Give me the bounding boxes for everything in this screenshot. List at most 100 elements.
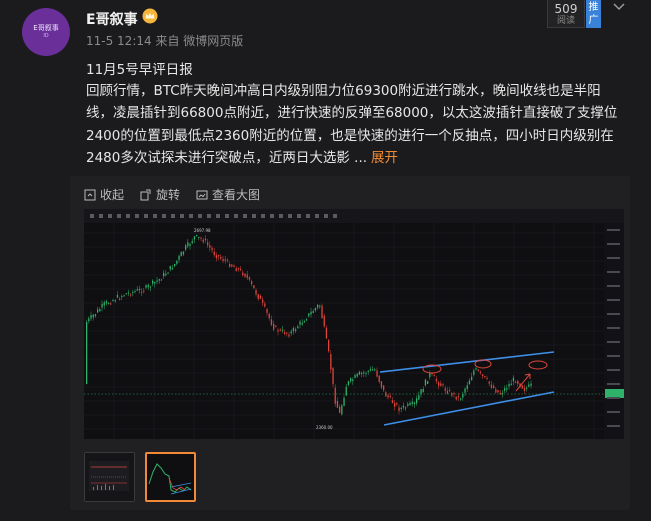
candle-body [121, 296, 123, 298]
candle-body [495, 389, 497, 393]
candle-body [218, 255, 220, 257]
candle-body [512, 377, 515, 382]
axis-tick-mark [607, 341, 620, 343]
candle-body [235, 268, 237, 272]
chart-tool-glyph [207, 214, 211, 218]
candle-body [220, 256, 222, 259]
chart-tool-glyph [216, 214, 220, 218]
chart-tool-glyph [108, 214, 112, 218]
expand-link[interactable]: 展开 [371, 150, 398, 166]
candle-body [449, 389, 451, 391]
candle-body [97, 309, 99, 313]
read-count-box: 509 阅读 [547, 0, 585, 28]
candle-body [134, 291, 136, 293]
axis-tick-mark [607, 299, 620, 301]
candle-body [196, 234, 198, 236]
candle-body [240, 269, 242, 271]
candle-body [367, 370, 369, 372]
candle-body [383, 385, 385, 391]
candle-body [251, 281, 253, 285]
post-body: 回顾行情，BTC昨天晚间冲高日内级别阻力位69300附近进行跳水，晚间收线也是半… [86, 80, 626, 170]
axis-tick-mark [607, 425, 620, 427]
promo-button[interactable]: 推广 [586, 0, 601, 28]
thumbnail-2-image [147, 454, 194, 500]
chevron-down-icon[interactable] [612, 2, 626, 12]
candle-body [319, 305, 321, 307]
candle-body [460, 398, 462, 400]
candle-body [402, 405, 405, 408]
candle-body [438, 382, 440, 386]
candle-body [114, 300, 116, 302]
candle-body [475, 368, 477, 370]
candle-body [453, 393, 455, 395]
candle-body [484, 376, 486, 378]
candle-body [275, 325, 277, 327]
candle-body [332, 367, 334, 385]
crown-icon [142, 8, 158, 24]
chart-tool-glyph [126, 214, 130, 218]
candle-body [273, 323, 275, 330]
candle-body [466, 385, 468, 389]
candle-body [488, 381, 490, 384]
candle-body [187, 242, 189, 247]
candle-body [508, 383, 510, 387]
candle-body [303, 321, 306, 323]
chart-tool-glyph [333, 214, 337, 218]
candle-body [523, 387, 526, 391]
candle-body [125, 293, 127, 295]
candle-body [207, 242, 209, 246]
candle-body [365, 372, 367, 374]
rotate-button[interactable]: 旋转 [140, 186, 180, 203]
candle-body [136, 289, 138, 291]
candle-body [248, 277, 251, 280]
thumbnail-1-image [85, 453, 134, 501]
candle-body [119, 298, 121, 300]
candle-body [204, 238, 207, 241]
candle-body [464, 388, 466, 393]
candle-body [376, 370, 378, 377]
candle-body [321, 305, 323, 319]
candle-body [209, 245, 211, 248]
candle-body [86, 321, 88, 384]
candle-body [325, 327, 328, 339]
avatar[interactable]: E哥叙事 ID [22, 8, 70, 56]
axis-tick-mark [607, 257, 620, 259]
chart-tool-glyph [171, 214, 175, 218]
candle-body [290, 331, 292, 334]
thumbnail-2[interactable] [145, 452, 196, 502]
candle-body [143, 290, 145, 292]
axis-tick-mark [607, 383, 620, 385]
candle-body [391, 400, 394, 404]
chart-grid [84, 223, 604, 439]
candle-body [424, 379, 427, 386]
candle-body [132, 291, 134, 293]
read-count: 509 [554, 2, 578, 16]
candle-body [171, 268, 174, 270]
low-price-label: 2360.00 [316, 425, 333, 430]
collapse-button[interactable]: 收起 [84, 186, 124, 203]
chart-tool-glyph [225, 214, 229, 218]
candle-body [226, 259, 229, 261]
candle-body [446, 390, 449, 394]
candle-body [160, 279, 163, 281]
username[interactable]: E哥叙事 [86, 9, 138, 29]
axis-tick-mark [607, 369, 620, 371]
candle-body [378, 375, 380, 382]
candle-body [301, 322, 303, 325]
view-large-button[interactable]: 查看大图 [196, 186, 260, 203]
thumbnail-1[interactable] [84, 452, 135, 502]
chart-image[interactable]: 2697.98 2360.00 [84, 209, 624, 439]
candle-body [163, 272, 165, 277]
candle-body [165, 273, 167, 276]
candle-body [147, 284, 149, 288]
candle-body [112, 300, 114, 302]
candle-body [306, 319, 308, 321]
candle-body [198, 236, 200, 238]
chart-tool-glyph [144, 214, 148, 218]
candle-body [233, 265, 235, 268]
candle-body [416, 398, 418, 404]
post-body-text: 回顾行情，BTC昨天晚间冲高日内级别阻力位69300附近进行跳水，晚间收线也是半… [86, 83, 618, 167]
avatar-sub: ID [43, 32, 49, 39]
candle-body [374, 369, 376, 371]
chart-tool-glyph [252, 214, 256, 218]
